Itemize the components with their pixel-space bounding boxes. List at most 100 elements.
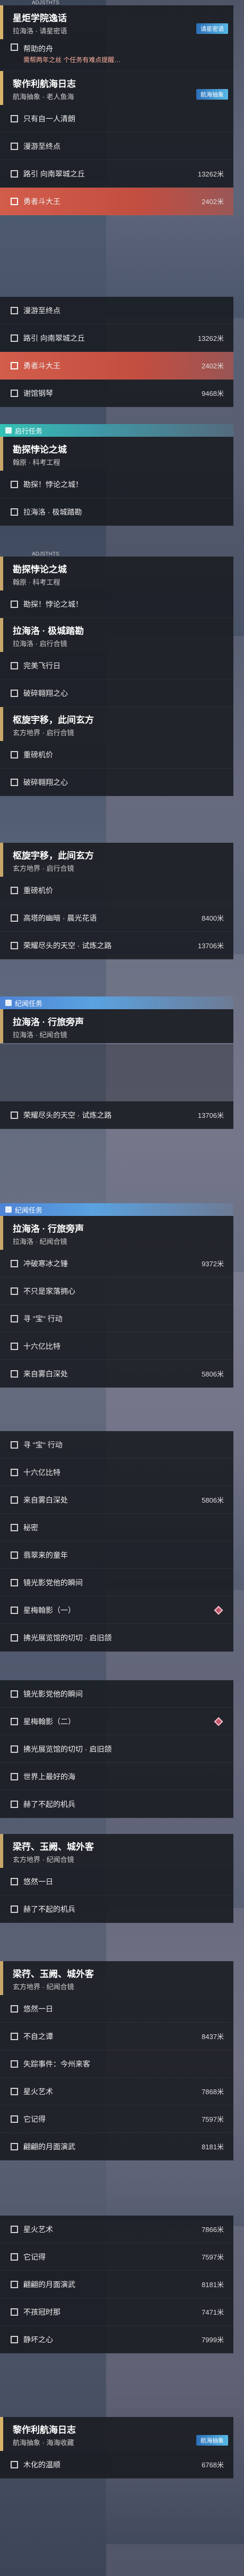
- objective-row[interactable]: 高塔的幽暗 · 晨光花语 8400米: [0, 904, 233, 932]
- objective-row[interactable]: 秘密: [0, 1514, 233, 1541]
- checkbox: [11, 661, 18, 669]
- quest-header[interactable]: 星炬学院逸话 拉海洛 · 请星密语 请星密语: [0, 5, 233, 39]
- checkbox: [11, 1905, 18, 1913]
- objective-row[interactable]: 重磅机价: [0, 877, 233, 904]
- objective-row[interactable]: 路引 向南翠城之丘 13262米: [0, 324, 233, 352]
- objective-row[interactable]: 星梅翰影（二）: [0, 1708, 233, 1735]
- distance: 8181米: [202, 2281, 224, 2289]
- objective-row[interactable]: 来自雾白深处 5806米: [0, 1360, 233, 1388]
- quest-header[interactable]: 梁荇、玉阙、城外客 玄方地界 · 纪闻合镜: [0, 1834, 233, 1868]
- objective-text: 重磅机价: [23, 750, 53, 759]
- quest-header[interactable]: 拉海洛 · 极城踏勘 拉海洛 · 启行合镜: [0, 618, 233, 652]
- objective-row[interactable]: 十六亿比特: [0, 1459, 233, 1486]
- objective-row[interactable]: 悠然一日: [0, 1868, 233, 1895]
- quest-header[interactable]: 枢旋宇移，此间玄方 玄方地界 · 启行合镜: [0, 843, 233, 877]
- objective-row[interactable]: 镜光影党他的瞬间: [0, 1569, 233, 1596]
- objective-text: 翩翩的月面演武: [23, 2142, 75, 2151]
- objective-text: 翩翩的月面演武: [23, 2280, 75, 2289]
- quest-group-2: 漫游至终点 路引 向南翠城之丘 13262米 勇者斗大王 2402米 谢馆钢琴 946…: [0, 297, 233, 407]
- checkbox: [11, 361, 18, 369]
- checkbox: [11, 43, 18, 51]
- tip-row[interactable]: 帮助的舟 需帮两年之丝 个任务有难点提醒…: [0, 39, 233, 71]
- objective-row[interactable]: 寻 "宝" 行动: [0, 1305, 233, 1333]
- objective-row[interactable]: 荣耀尽头的天空 · 试炼之路 13706米: [0, 932, 233, 959]
- objective-text: 不孩冠时那: [23, 2307, 60, 2316]
- objective-row[interactable]: 不孩冠时那 7471米: [0, 2298, 233, 2326]
- objective-text: 重磅机价: [23, 886, 53, 895]
- corner-code: ADJSTHTS: [32, 0, 59, 6]
- quest-group-12: 星火艺术 7866米 它记得 7597米 翩翩的月面演武 8181米 不孩冠时那 747…: [0, 2216, 233, 2353]
- checkbox: [11, 306, 18, 314]
- objective-row[interactable]: 十六亿比特: [0, 1333, 233, 1360]
- objective-row[interactable]: 路引 向南翠城之丘 13262米: [0, 160, 233, 188]
- objective-row[interactable]: 赫了不起的机兵: [0, 1895, 233, 1923]
- objective-row[interactable]: 荣耀尽头的天空 · 试炼之路 13706米: [0, 1101, 233, 1129]
- quest-header[interactable]: 拉海洛 · 行旅旁声 拉海洛 · 纪闻合镜: [0, 1216, 233, 1250]
- distance: 7999米: [202, 2336, 224, 2344]
- quest-header[interactable]: 黎作利航海日志 航海抽象 · 海海收藏 航海抽象: [0, 2417, 233, 2451]
- quest-group-4: ADJSTHTS 勘探悖论之城 翰原 · 科考工程 勘探！悖论之城！ 拉海洛 ·…: [0, 551, 233, 796]
- quest-header[interactable]: 黎作利航海日志 航海抽象 · 老人鱼海 航海抽象: [0, 71, 233, 105]
- objective-row[interactable]: 拉海洛 · 极城踏勘: [0, 498, 233, 526]
- objective-row[interactable]: 它记得 7597米: [0, 2105, 233, 2133]
- checkbox: [11, 1634, 18, 1642]
- objective-row[interactable]: 世界上最好的海: [0, 1763, 233, 1790]
- objective-row[interactable]: 木化的温顺 6768米: [0, 2451, 233, 2478]
- objective-text: 星梅翰影（一）: [23, 1605, 75, 1615]
- objective-row[interactable]: 破碎翱翔之心: [0, 769, 233, 796]
- checkbox: [11, 1496, 18, 1504]
- objective-row-tracked[interactable]: 勇者斗大王 2402米: [0, 352, 233, 380]
- objective-text: 路引 向南翠城之丘: [23, 169, 85, 178]
- quest-title: 黎作利航海日志: [13, 2425, 76, 2435]
- quest-group-7: 纪闻任务 拉海洛 · 行旅旁声 拉海洛 · 纪闻合镜 冲破寒冰之锤 9372米 不…: [0, 1203, 233, 1388]
- quest-tag: 航海抽象: [196, 2435, 228, 2446]
- objective-row-tracked[interactable]: 勇者斗大王 2402米: [0, 188, 233, 215]
- objective-row[interactable]: 完美飞行日: [0, 652, 233, 680]
- objective-row[interactable]: 破碎翱翔之心: [0, 680, 233, 707]
- objective-row[interactable]: 来自雾白深处 5806米: [0, 1486, 233, 1514]
- objective-row[interactable]: 翩翩的月面演武 8181米: [0, 2133, 233, 2160]
- checkbox: [11, 2060, 18, 2068]
- objective-row[interactable]: 悠然一日: [0, 1995, 233, 2023]
- objective-row[interactable]: 勘探！悖论之城！: [0, 471, 233, 498]
- objective-row[interactable]: 星梅翰影（一）: [0, 1596, 233, 1624]
- objective-row[interactable]: 它记得 7597米: [0, 2243, 233, 2271]
- checkbox: [11, 1745, 18, 1753]
- objective-row[interactable]: 寻 "宝" 行动: [0, 1431, 233, 1459]
- objective-row[interactable]: 谢馆钢琴 9468米: [0, 380, 233, 407]
- objective-text: 失踪事件：今州来客: [23, 2059, 90, 2068]
- quest-header[interactable]: 梁荇、玉阙、城外客 玄方地界 · 纪闻合镜: [0, 1961, 233, 1995]
- objective-row[interactable]: 勘探！悖论之城！: [0, 590, 233, 618]
- objective-row[interactable]: 拂光展览馆的切切 · 启旧颌: [0, 1735, 233, 1763]
- objective-row[interactable]: 不自之谭 8437米: [0, 2023, 233, 2050]
- objective-row[interactable]: 星火艺术 7866米: [0, 2216, 233, 2243]
- objective-row[interactable]: 星火艺术 7868米: [0, 2078, 233, 2105]
- objective-row[interactable]: 镜光影党他的瞬间: [0, 1680, 233, 1708]
- quest-header[interactable]: 勘探悖论之城 翰原 · 科考工程: [0, 437, 233, 471]
- waypoint-diamond-icon: [214, 1717, 223, 1726]
- quest-header[interactable]: 勘探悖论之城 翰原 · 科考工程: [0, 557, 233, 590]
- objective-text: 漫游至终点: [23, 306, 60, 315]
- distance: 8437米: [202, 2033, 224, 2041]
- objective-row[interactable]: 拂光展览馆的切切 · 启旧颌: [0, 1624, 233, 1652]
- objective-row[interactable]: 翩翩的月面演武 8181米: [0, 2271, 233, 2298]
- objective-row[interactable]: 漫游至终点: [0, 297, 233, 324]
- objective-row[interactable]: 漫游至终点: [0, 133, 233, 160]
- objective-row[interactable]: 翡翠来的童年: [0, 1541, 233, 1569]
- checkbox: [11, 1578, 18, 1586]
- objective-text: 十六亿比特: [23, 1342, 60, 1351]
- objective-row[interactable]: 静坏之心 7999米: [0, 2326, 233, 2353]
- objective-row[interactable]: 冲破寒冰之锤 9372米: [0, 1250, 233, 1277]
- objective-row[interactable]: 只有自一人清朗: [0, 105, 233, 133]
- objective-text: 静坏之心: [23, 2335, 53, 2344]
- quest-header[interactable]: 枢旋宇移，此间玄方 玄方地界 · 启行合镜: [0, 707, 233, 741]
- objective-row[interactable]: 重磅机价: [0, 741, 233, 769]
- objective-row[interactable]: 失踪事件：今州来客: [0, 2050, 233, 2078]
- distance: 13262米: [197, 334, 224, 342]
- objective-row[interactable]: 赫了不起的机兵: [0, 1790, 233, 1818]
- quest-header[interactable]: 拉海洛 · 行旅旁声 拉海洛 · 纪闻合镜: [0, 1009, 233, 1043]
- objective-row[interactable]: 不只是家落拥心: [0, 1277, 233, 1305]
- quest-title: 拉海洛 · 行旅旁声: [13, 1017, 84, 1027]
- distance: 9468米: [202, 390, 224, 398]
- checkbox: [11, 480, 18, 488]
